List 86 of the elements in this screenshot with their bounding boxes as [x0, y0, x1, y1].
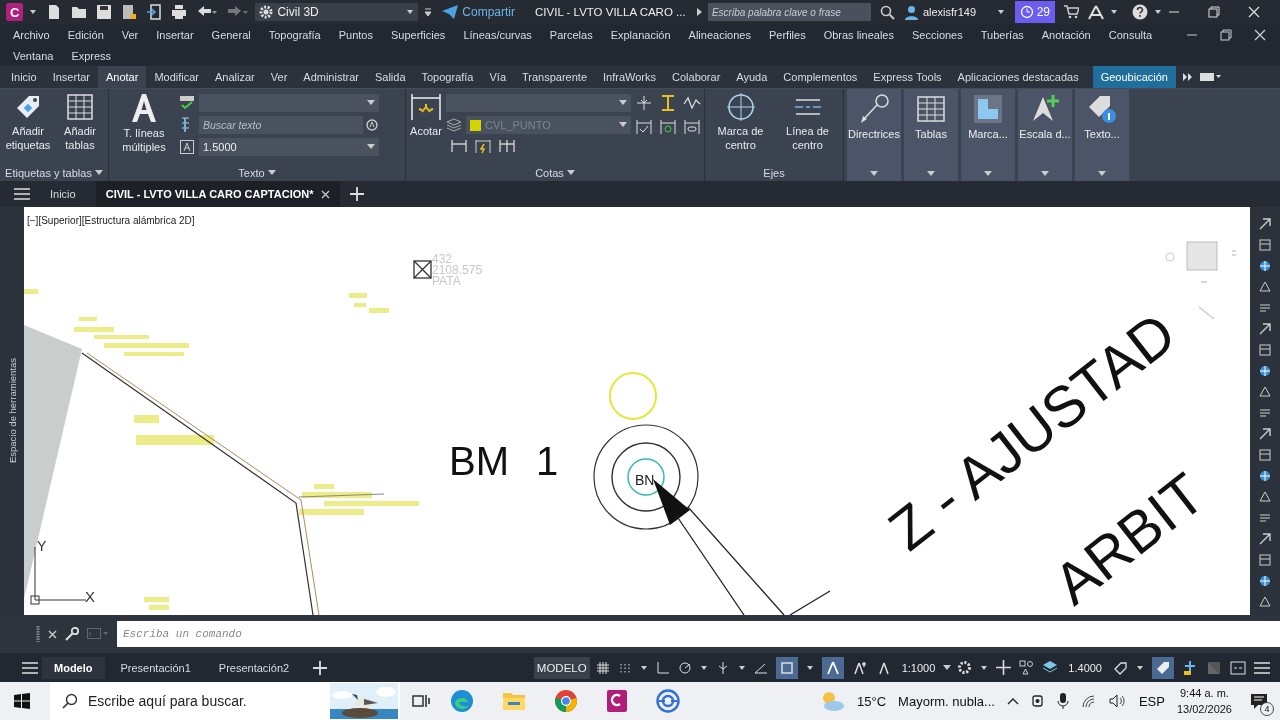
ribbon-button[interactable]: T. líneas múltiples — [113, 92, 175, 154]
menu-item[interactable]: Insertar — [156, 28, 194, 41]
menu-item[interactable]: Consulta — [1108, 28, 1153, 41]
taskbar-search-field[interactable]: Escribe aquí para buscar. — [50, 682, 400, 720]
menu-item[interactable]: Express — [71, 49, 112, 62]
ribbon-tab[interactable]: Express Tools — [865, 66, 950, 88]
ribbon-tab[interactable]: Geoubicación — [1092, 66, 1176, 88]
ribbon-tab[interactable]: Salida — [366, 66, 414, 88]
ribbon-tab[interactable]: Topografía — [413, 66, 482, 88]
layout-tab[interactable]: Modelo — [42, 656, 105, 679]
ribbon-tab[interactable]: Modificar — [146, 66, 208, 88]
ribbon-button[interactable]: Acotar — [410, 92, 442, 138]
collapsed-panel[interactable]: Marca... — [961, 89, 1015, 181]
panel-title[interactable]: Etiquetas y tablas — [5, 166, 92, 179]
panel-title[interactable]: Texto — [238, 166, 265, 179]
share-button[interactable]: Compartir — [442, 5, 516, 19]
menu-item[interactable]: Tuberías — [980, 28, 1024, 41]
model-space-button[interactable]: MODELO — [533, 656, 590, 679]
find-text-field[interactable]: Buscar texto — [199, 116, 363, 134]
menu-item[interactable]: Superficies — [390, 28, 446, 41]
app-menu-button[interactable]: C — [6, 3, 24, 21]
file-tab[interactable]: CIVIL - LVTO VILLA CARO CAPTACION* — [95, 181, 341, 207]
menu-item[interactable]: Ver — [121, 28, 139, 41]
ribbon-tab[interactable]: Administrar — [295, 66, 367, 88]
ribbon-tab[interactable]: InfraWorks — [595, 66, 664, 88]
search-placeholder: Escribe aquí para buscar. — [88, 693, 247, 709]
notification-count: 4 — [1260, 701, 1274, 716]
menu-item[interactable]: Líneas/curvas — [463, 28, 532, 41]
weather-text[interactable]: Mayorm. nubla... — [898, 693, 995, 709]
panel-title: Ejes — [762, 165, 786, 181]
menu-item[interactable]: Obras lineales — [823, 28, 894, 41]
tool-palette-label[interactable]: Espacio de herramientas — [6, 358, 18, 464]
window-title: CIVIL - LVTO VILLA CARO ... — [535, 6, 687, 18]
scale-dropdown[interactable]: 1:1000 — [901, 661, 936, 674]
collapsed-panel[interactable]: Directrices — [847, 89, 901, 181]
axis-label: X — [85, 588, 95, 605]
menu-item[interactable]: Topografía — [268, 28, 321, 41]
collapsed-panel[interactable]: Escala d... — [1018, 89, 1072, 181]
benchmark-label: BM 1 — [449, 439, 559, 483]
layout-tab[interactable]: Presentación1 — [108, 656, 203, 679]
layout-tab[interactable]: Presentación2 — [206, 656, 302, 679]
ribbon-tab[interactable]: Inicio — [3, 66, 45, 88]
ribbon-tab[interactable]: Colaborar — [664, 66, 729, 88]
workspace-name: Civil 3D — [277, 5, 319, 19]
menu-item[interactable]: Secciones — [912, 28, 963, 41]
ribbon-tab[interactable]: Insertar — [44, 66, 98, 88]
menu-item[interactable]: Explanación — [610, 28, 671, 41]
axis-label: Y — [37, 538, 47, 554]
ribbon-tab[interactable]: Transparente — [514, 66, 596, 88]
menu-item[interactable]: General — [211, 28, 251, 41]
viewport-controls[interactable]: [−][Superior][Estructura alámbrica 2D] — [27, 215, 195, 226]
collapsed-panel[interactable]: Texto... — [1075, 89, 1129, 181]
file-tab[interactable]: Inicio — [40, 181, 86, 207]
ribbon-tab[interactable]: Analizar — [207, 66, 263, 88]
menu-item[interactable]: Archivo — [13, 28, 50, 41]
menu-item[interactable]: Perfiles — [768, 28, 806, 41]
ribbon-tab[interactable]: Aplicaciones destacadas — [949, 66, 1087, 88]
ribbon-button[interactable]: Añadir etiquetas — [4, 92, 52, 152]
menu-item[interactable]: Alineaciones — [688, 28, 751, 41]
text-height-dropdown[interactable]: 1.5000 — [199, 138, 379, 156]
language-indicator[interactable]: ESP — [1138, 693, 1165, 709]
ribbon-tab[interactable]: Vía — [481, 66, 514, 88]
ribbon-button[interactable]: Añadir tablas — [56, 92, 104, 152]
temperature[interactable]: 15°C — [857, 693, 887, 709]
ribbon-tab[interactable]: Ayuda — [728, 66, 776, 88]
ribbon-tab[interactable]: Ver — [262, 66, 296, 88]
lineweight-value[interactable]: 1.4000 — [1068, 661, 1102, 674]
menu-item[interactable]: Puntos — [338, 28, 373, 41]
menu-item[interactable]: Anotación — [1041, 28, 1091, 41]
clock-time[interactable]: 9:44 a. m. — [1180, 685, 1229, 701]
command-field[interactable]: Escriba un comando — [117, 621, 1280, 647]
ribbon-tab[interactable]: Anotar — [98, 66, 147, 88]
menu-item[interactable]: Parcelas — [549, 28, 593, 41]
ribbon-button[interactable]: Marca de centro — [709, 92, 772, 152]
workspace-dropdown[interactable]: Civil 3D — [255, 3, 419, 21]
trial-badge[interactable]: 29 — [1014, 1, 1055, 23]
panel-title[interactable]: Cotas — [535, 166, 564, 179]
ribbon-button[interactable]: Línea de centro — [776, 92, 839, 152]
menu-item[interactable]: Ventana — [13, 49, 54, 62]
marker-label: BN — [635, 472, 655, 488]
search-field[interactable]: Escriba palabra clave o frase — [707, 3, 871, 21]
clock-date[interactable]: 13/02/2026 — [1176, 701, 1232, 717]
user-name[interactable]: alexisfr149 — [922, 6, 991, 18]
menu-item[interactable]: Edición — [67, 28, 104, 41]
ribbon-tab[interactable]: Complementos — [775, 66, 866, 88]
collapsed-panel[interactable]: Tablas — [904, 89, 958, 181]
